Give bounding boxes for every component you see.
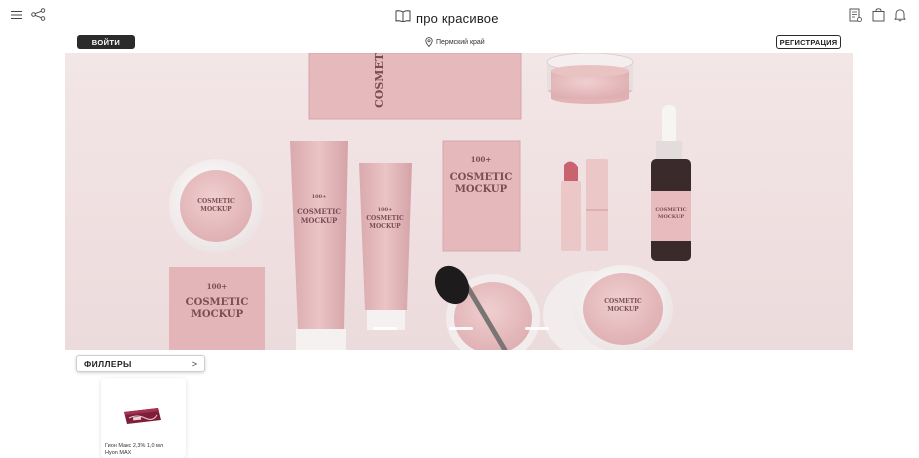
hero-banner-image: COSMETIC MOCKUP COSMETIC MOCKUP 100+ COS… — [169, 53, 691, 350]
svg-text:COSMETIC MOCKUP: COSMETIC MOCKUP — [373, 53, 386, 108]
svg-text:MOCKUP: MOCKUP — [658, 214, 684, 220]
svg-text:100+: 100+ — [471, 155, 492, 164]
chevron-right-icon: > — [191, 358, 197, 369]
product-image — [121, 406, 163, 431]
svg-text:COSMETIC: COSMETIC — [297, 207, 341, 216]
svg-text:COSMETIC: COSMETIC — [197, 198, 235, 205]
svg-text:MOCKUP: MOCKUP — [191, 309, 244, 320]
svg-text:COSMETIC: COSMETIC — [186, 297, 249, 308]
svg-text:COSMETIC: COSMETIC — [655, 207, 686, 213]
svg-text:COSMETIC: COSMETIC — [366, 215, 404, 222]
svg-text:COSMETIC: COSMETIC — [450, 172, 513, 183]
hero-banner[interactable]: COSMETIC MOCKUP COSMETIC MOCKUP 100+ COS… — [65, 53, 853, 350]
svg-text:MOCKUP: MOCKUP — [607, 306, 639, 313]
slider-dots — [373, 327, 549, 330]
site-logo[interactable]: про красивое — [395, 8, 499, 28]
svg-text:COSMETIC: COSMETIC — [604, 298, 642, 305]
region-selector[interactable]: Пермский край — [425, 36, 485, 48]
slider-dot[interactable] — [525, 327, 549, 330]
share-icon[interactable] — [31, 8, 46, 21]
product-name-line: Hyon MAX — [105, 450, 132, 456]
svg-text:MOCKUP: MOCKUP — [369, 223, 401, 230]
category-label: ФИЛЛЕРЫ — [84, 358, 132, 369]
svg-text:100+: 100+ — [207, 282, 228, 291]
product-name-line: Гион Макс 2,3% 1,0 мл — [105, 443, 164, 449]
bell-icon[interactable] — [894, 8, 906, 22]
product-card[interactable]: Гион Макс 2,3% 1,0 мл Hyon MAX — [101, 378, 186, 458]
slider-dot[interactable] — [373, 327, 397, 330]
catalog-list-icon[interactable] — [849, 8, 863, 23]
svg-text:MOCKUP: MOCKUP — [455, 184, 508, 195]
slider-dot[interactable] — [449, 327, 473, 330]
region-label: Пермский край — [436, 39, 485, 46]
register-button[interactable]: РЕГИСТРАЦИЯ — [776, 35, 841, 49]
svg-text:100+: 100+ — [378, 207, 393, 213]
hamburger-menu-icon[interactable] — [11, 10, 22, 20]
product-name: Гион Макс 2,3% 1,0 мл Hyon MAX — [105, 443, 185, 457]
category-fillers-button[interactable]: ФИЛЛЕРЫ > — [76, 355, 205, 372]
open-book-icon — [395, 9, 411, 27]
login-button[interactable]: ВОЙТИ — [77, 35, 135, 49]
shopping-bag-icon[interactable] — [872, 8, 885, 22]
svg-text:MOCKUP: MOCKUP — [200, 206, 232, 213]
location-pin-icon — [425, 34, 433, 52]
logo-text: про красивое — [416, 10, 499, 26]
svg-text:100+: 100+ — [312, 194, 327, 200]
svg-text:MOCKUP: MOCKUP — [301, 216, 338, 225]
